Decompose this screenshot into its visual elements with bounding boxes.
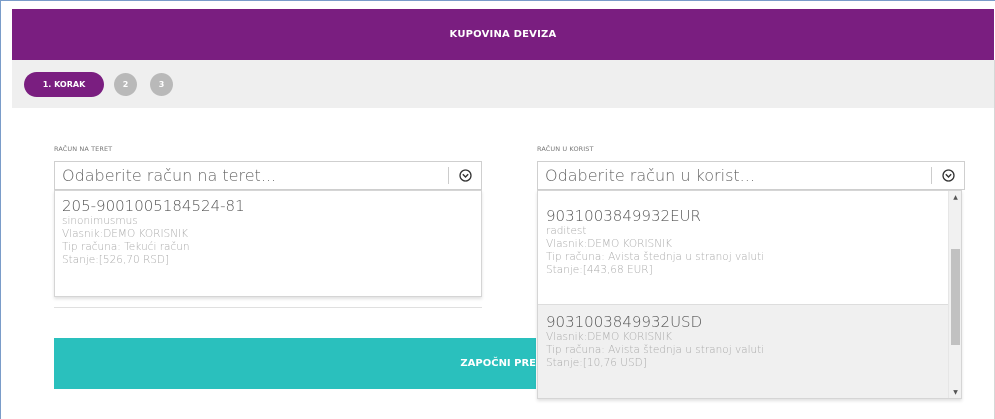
chevron-circle-down-icon[interactable] [449,169,481,182]
owner-label: Vlasnik: [62,228,104,240]
credit-account-option[interactable]: 9031003849932EUR raditest Vlasnik:DEMO K… [538,207,948,304]
type-label: Tip računa: [62,241,121,253]
page-title: KUPOVINA DEVIZA [449,29,557,40]
account-alias: raditest [546,225,587,237]
step-2-circle[interactable]: 2 [114,73,137,96]
step-1-pill[interactable]: 1. KORAK [24,72,104,97]
owner-label: Vlasnik: [546,331,588,343]
account-alias: sinonimusmus [62,215,138,227]
scroll-down-arrow-icon[interactable]: ▼ [949,386,961,398]
chevron-circle-down-icon[interactable] [932,169,964,182]
debit-account-option[interactable]: 205-9001005184524-81 sinonimusmus Vlasni… [62,197,474,267]
account-balance: Stanje:[443,68 EUR] [546,264,653,276]
step-indicator: 1. KORAK 2 3 [12,60,994,108]
step-3-circle[interactable]: 3 [150,73,173,96]
owner-label: Vlasnik: [546,238,588,250]
credit-account-option[interactable]: 9031003849932USD Vlasnik:DEMO KORISNIK T… [538,305,948,398]
type-label: Tip računa: [546,251,605,263]
start-button[interactable]: ZAPOČNI PRE [54,338,536,389]
debit-account-dropdown: 205-9001005184524-81 sinonimusmus Vlasni… [54,190,482,297]
type-value: Avista štednja u stranoj valuti [608,344,765,356]
credit-account-dropdown: 9031003849932EUR raditest Vlasnik:DEMO K… [537,190,962,399]
account-number: 9031003849932EUR [546,207,701,225]
account-type: Tip računa: Avista štednja u stranoj val… [546,344,940,357]
account-balance: Stanje:[10,76 USD] [546,357,647,369]
account-balance: Stanje:[526,70 RSD] [62,254,170,266]
account-owner: Vlasnik:DEMO KORISNIK [62,228,474,241]
owner-value: DEMO KORISNIK [587,331,673,343]
type-value: Avista štednja u stranoj valuti [608,251,765,263]
account-owner: Vlasnik:DEMO KORISNIK [546,238,940,251]
debit-account-label: RAČUN NA TERET [54,145,113,153]
type-label: Tip računa: [546,344,605,356]
account-number: 205-9001005184524-81 [62,197,245,215]
owner-value: DEMO KORISNIK [103,228,189,240]
scroll-up-arrow-icon[interactable]: ▲ [949,191,961,203]
dropdown-scrollbar[interactable]: ▲ ▼ [948,191,961,398]
account-type: Tip računa: Tekući račun [62,241,474,254]
page-header: KUPOVINA DEVIZA [12,9,994,60]
debit-account-select[interactable]: Odaberite račun na teret... [54,161,482,190]
debit-field-underline [54,307,482,308]
debit-account-placeholder: Odaberite račun na teret... [62,166,277,185]
credit-account-label: RAČUN U KORIST [537,145,594,153]
account-number: 9031003849932USD [546,313,703,331]
scroll-thumb[interactable] [951,249,960,345]
account-type: Tip računa: Avista štednja u stranoj val… [546,251,940,264]
credit-account-placeholder: Odaberite račun u korist... [545,166,755,185]
start-button-label: ZAPOČNI PRE [460,358,536,369]
account-owner: Vlasnik:DEMO KORISNIK [546,331,940,344]
credit-account-select[interactable]: Odaberite račun u korist... [537,161,965,190]
type-value: Tekući račun [124,241,190,253]
owner-value: DEMO KORISNIK [587,238,673,250]
